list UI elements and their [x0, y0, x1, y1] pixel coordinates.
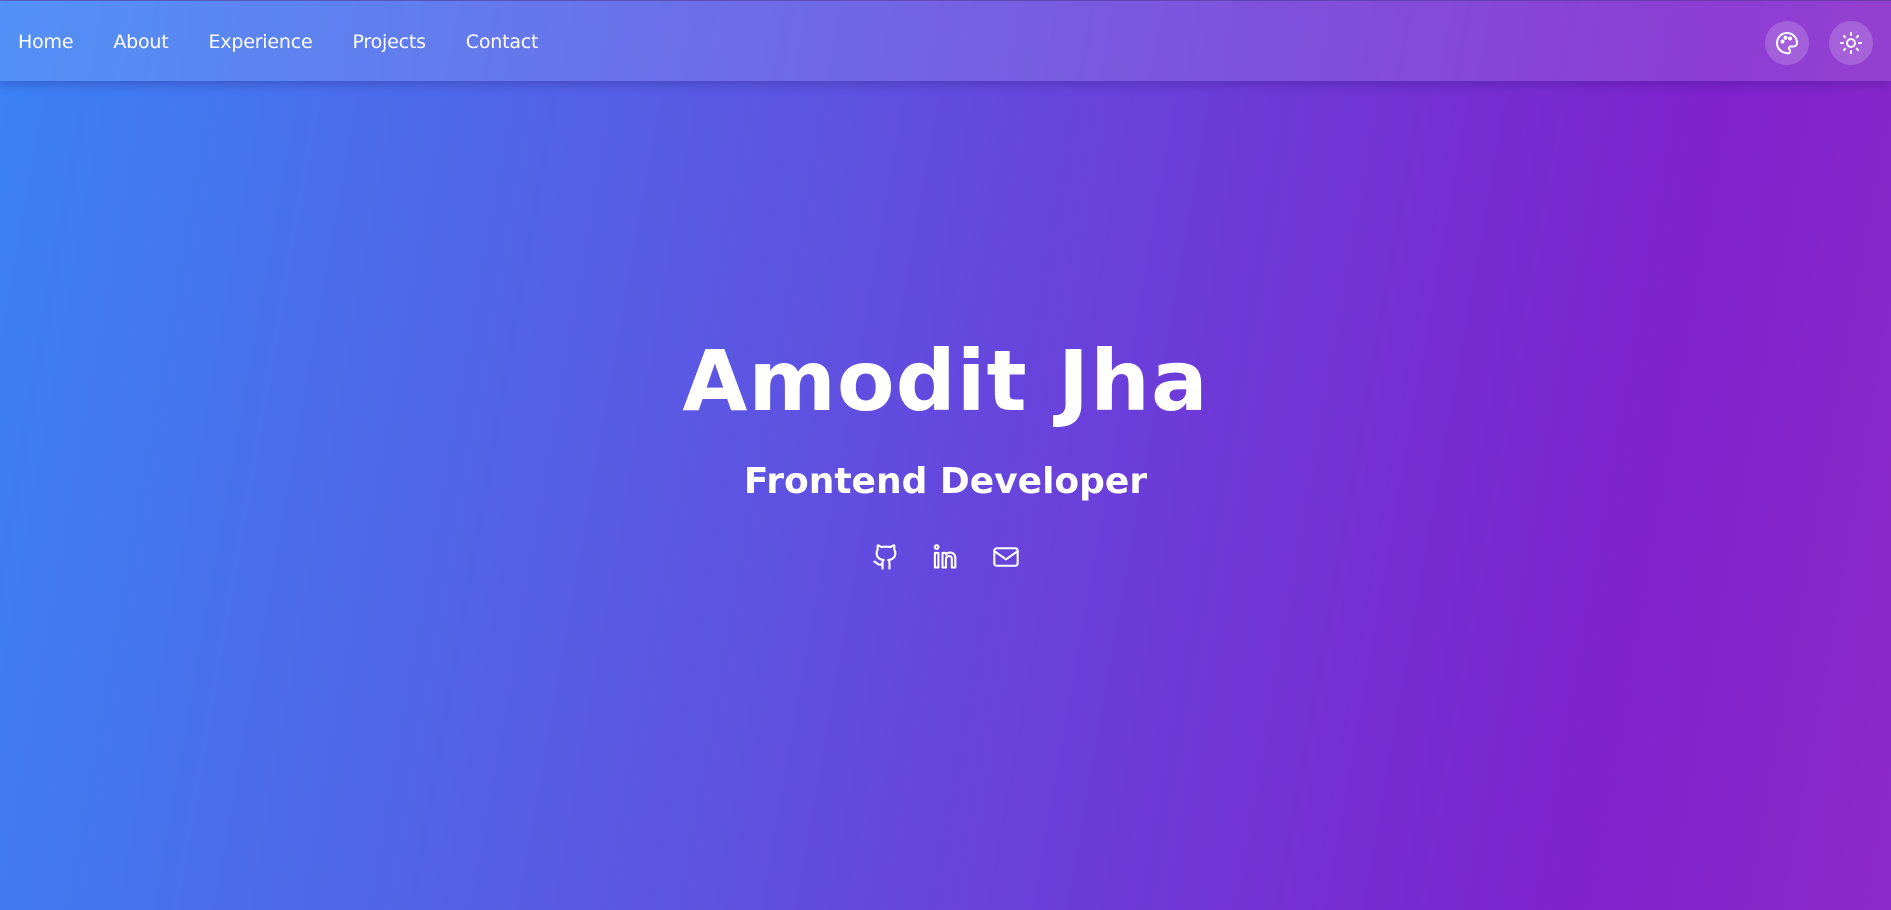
- github-icon: [872, 544, 896, 570]
- linkedin-link[interactable]: [931, 542, 961, 572]
- nav-actions: [1765, 21, 1873, 65]
- github-link[interactable]: [871, 542, 901, 572]
- sun-icon: [1840, 32, 1862, 54]
- nav-link-experience[interactable]: Experience: [209, 31, 313, 53]
- palette-icon: [1776, 32, 1798, 55]
- linkedin-icon: [933, 544, 956, 569]
- hero-name: Amodit Jha: [682, 332, 1209, 430]
- mail-icon: [992, 547, 1019, 567]
- nav-link-projects[interactable]: Projects: [352, 31, 426, 53]
- nav-link-about[interactable]: About: [113, 31, 168, 53]
- theme-color-button[interactable]: [1765, 21, 1809, 65]
- hero-section: Amodit Jha Frontend Developer: [0, 81, 1891, 910]
- hero-subtitle: Frontend Developer: [743, 461, 1148, 502]
- nav-links: Home About Experience Projects Contact: [18, 1, 539, 82]
- nav-link-home[interactable]: Home: [18, 31, 74, 53]
- theme-toggle-button[interactable]: [1829, 21, 1873, 65]
- navbar: Home About Experience Projects Contact: [0, 0, 1891, 81]
- nav-link-contact[interactable]: Contact: [466, 31, 539, 53]
- email-link[interactable]: [991, 542, 1021, 572]
- social-links: [0, 542, 1891, 572]
